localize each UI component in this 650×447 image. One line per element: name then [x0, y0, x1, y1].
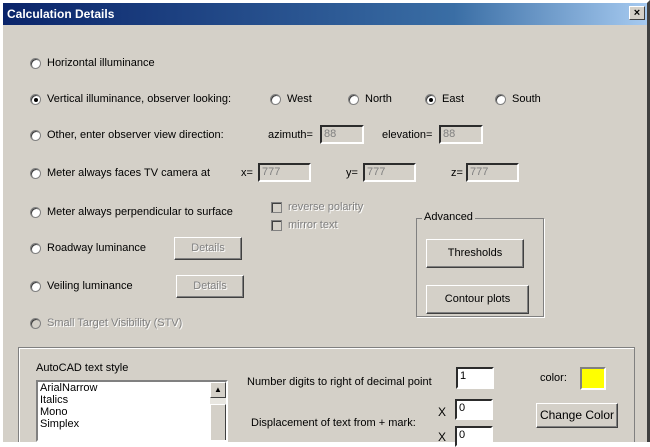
displacement-x-input[interactable]: 0	[455, 399, 493, 420]
x-mark-label: X	[438, 405, 447, 419]
list-item[interactable]: ArialNarrow	[38, 382, 226, 394]
displacement-label: Displacement of text from + mark:	[251, 417, 416, 429]
advanced-label: Advanced	[422, 211, 475, 223]
color-swatch[interactable]	[580, 367, 606, 390]
elevation-label: elevation=	[382, 129, 433, 141]
label-veiling: Veiling luminance	[47, 280, 133, 292]
label-horizontal: Horizontal illuminance	[47, 57, 155, 69]
list-item[interactable]: Simplex	[38, 418, 226, 430]
label-other: Other, enter observer view direction:	[47, 129, 224, 141]
radio-stv[interactable]	[30, 318, 41, 329]
scroll-up-icon[interactable]: ▲	[210, 382, 226, 398]
roadway-details-button[interactable]: Details	[174, 237, 242, 260]
azimuth-label: azimuth=	[268, 129, 313, 141]
label-vertical: Vertical illuminance, observer looking:	[47, 93, 232, 105]
tv-z-label: z=	[451, 167, 463, 179]
title-bar: Calculation Details ×	[3, 3, 647, 25]
radio-veiling[interactable]	[30, 281, 41, 292]
window-title: Calculation Details	[7, 7, 115, 21]
label-north: North	[365, 93, 392, 105]
radio-vertical[interactable]	[30, 94, 41, 105]
text-style-listbox[interactable]: ArialNarrow Italics Mono Simplex ▲	[36, 380, 228, 442]
label-west: West	[287, 93, 312, 105]
radio-horizontal[interactable]	[30, 58, 41, 69]
close-button[interactable]: ×	[629, 6, 645, 20]
displacement-y-input[interactable]: 0	[455, 426, 493, 447]
label-meter-tv: Meter always faces TV camera at	[47, 167, 211, 179]
elevation-input[interactable]: 88	[439, 125, 483, 144]
digits-label: Number digits to right of decimal point	[247, 376, 432, 388]
label-south: South	[512, 93, 541, 105]
label-east: East	[442, 93, 465, 105]
tv-x-label: x=	[241, 167, 253, 179]
azimuth-input[interactable]: 88	[320, 125, 364, 144]
tv-y-input[interactable]: 777	[363, 163, 416, 182]
mirror-text-label: mirror text	[288, 219, 338, 231]
radio-south[interactable]	[495, 94, 506, 105]
reverse-polarity-label: reverse polarity	[288, 201, 364, 213]
radio-meter-perp[interactable]	[30, 207, 41, 218]
contour-plots-button[interactable]: Contour plots	[426, 285, 529, 314]
list-item[interactable]: Mono	[38, 406, 226, 418]
veiling-details-button[interactable]: Details	[176, 275, 244, 298]
thresholds-button[interactable]: Thresholds	[426, 239, 524, 268]
listbox-scrollbar[interactable]: ▲	[210, 382, 226, 440]
change-color-button[interactable]: Change Color	[536, 403, 618, 428]
autocad-style-label: AutoCAD text style	[36, 362, 129, 374]
tv-x-input[interactable]: 777	[258, 163, 311, 182]
reverse-polarity-checkbox[interactable]	[271, 202, 282, 213]
label-roadway: Roadway luminance	[47, 242, 147, 254]
radio-west[interactable]	[270, 94, 281, 105]
list-item[interactable]: Italics	[38, 394, 226, 406]
digits-input[interactable]: 1	[456, 367, 494, 389]
radio-east[interactable]	[425, 94, 436, 105]
radio-other[interactable]	[30, 130, 41, 141]
color-label: color:	[540, 372, 567, 384]
scroll-thumb[interactable]	[210, 404, 226, 440]
mirror-text-checkbox[interactable]	[271, 220, 282, 231]
label-meter-perp: Meter always perpendicular to surface	[47, 206, 233, 218]
radio-north[interactable]	[348, 94, 359, 105]
tv-z-input[interactable]: 777	[466, 163, 519, 182]
radio-roadway[interactable]	[30, 243, 41, 254]
label-stv: Small Target Visibility (STV)	[47, 317, 183, 329]
tv-y-label: y=	[346, 167, 358, 179]
radio-meter-tv[interactable]	[30, 168, 41, 179]
